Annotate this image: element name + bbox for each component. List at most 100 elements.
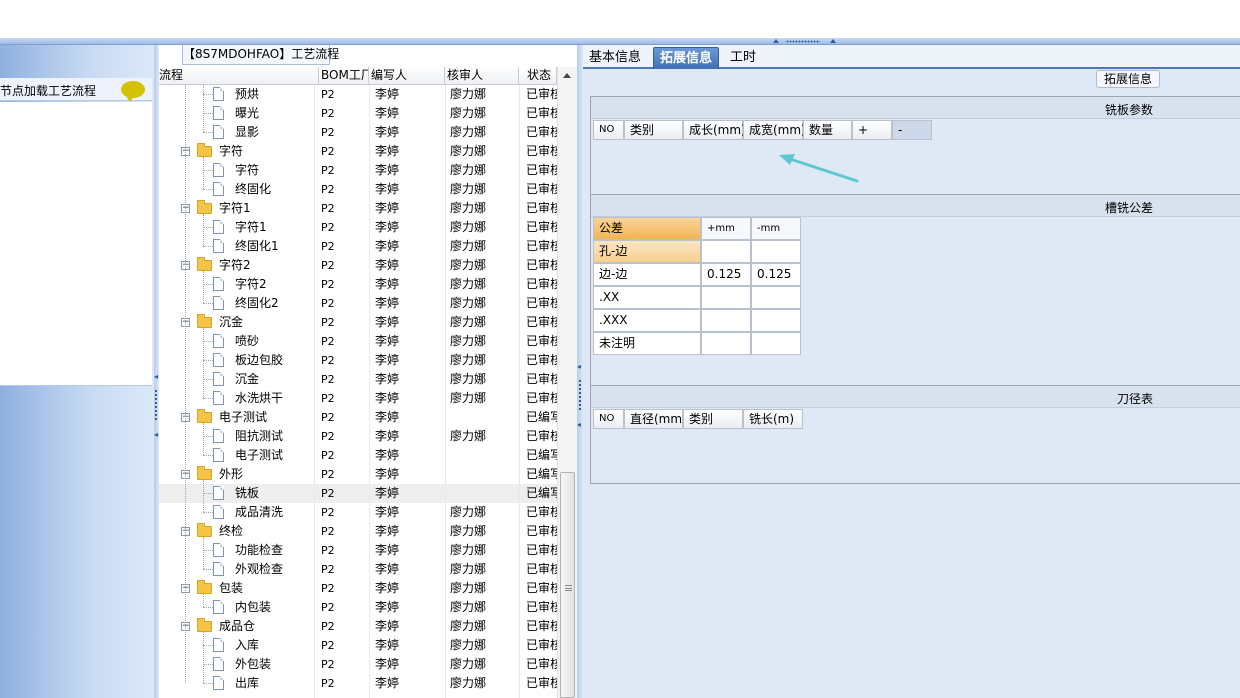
- tree-row[interactable]: 沉金 P2 李婷 廖力娜 已审核: [159, 370, 557, 389]
- tree-row[interactable]: − 电子测试 P2 李婷 已编写: [159, 408, 557, 427]
- tree-row[interactable]: − 终检 P2 李婷 廖力娜 已审核: [159, 522, 557, 541]
- tree-row[interactable]: − 成品仓 P2 李婷 廖力娜 已审核: [159, 617, 557, 636]
- tolerance-minus-field[interactable]: [751, 240, 801, 263]
- column-header-bom[interactable]: BOM工厂: [319, 67, 369, 85]
- mill-col-no[interactable]: NO: [593, 120, 624, 140]
- tree-row[interactable]: − 包装 P2 李婷 廖力娜 已审核: [159, 579, 557, 598]
- tree-row[interactable]: 功能检查 P2 李婷 廖力娜 已审核: [159, 541, 557, 560]
- tree-connector: [203, 455, 213, 456]
- tolerance-minus-field[interactable]: [751, 332, 801, 355]
- tree-row[interactable]: 字符 P2 李婷 廖力娜 已审核: [159, 161, 557, 180]
- column-header-reviewer[interactable]: 核审人: [445, 67, 519, 85]
- tree-row[interactable]: 外包装 P2 李婷 廖力娜 已审核: [159, 655, 557, 674]
- tree-row[interactable]: 板边包胶 P2 李婷 廖力娜 已审核: [159, 351, 557, 370]
- splitter-grip-icon[interactable]: [579, 380, 581, 410]
- tool-col-diameter[interactable]: 直径(mm): [624, 409, 687, 429]
- tree-vertical-scrollbar[interactable]: [557, 67, 577, 698]
- tree-row[interactable]: 内包装 P2 李婷 廖力娜 已审核: [159, 598, 557, 617]
- row-status: 已审核: [526, 676, 557, 690]
- horizontal-splitter[interactable]: [0, 38, 1240, 45]
- collapse-right-icon[interactable]: ◂: [577, 363, 582, 371]
- collapse-right-icon[interactable]: ◂: [577, 421, 582, 429]
- tree-row[interactable]: 喷砂 P2 李婷 廖力娜 已审核: [159, 332, 557, 351]
- row-reviewer: 廖力娜: [450, 391, 487, 405]
- tree-row[interactable]: − 字符 P2 李婷 廖力娜 已审核: [159, 142, 557, 161]
- row-status: 已审核: [526, 657, 557, 671]
- tree-row[interactable]: 显影 P2 李婷 廖力娜 已审核: [159, 123, 557, 142]
- tolerance-minus-field[interactable]: [751, 286, 801, 309]
- scrollbar-thumb[interactable]: [560, 472, 575, 698]
- tree-row[interactable]: 铣板 P2 李婷 已编写: [159, 484, 557, 503]
- column-header-process[interactable]: 流程: [159, 67, 319, 85]
- tree-row[interactable]: 字符2 P2 李婷 廖力娜 已审核: [159, 275, 557, 294]
- tree-node-label: 阻抗测试: [235, 429, 284, 443]
- splitter-grip-icon[interactable]: [155, 390, 157, 420]
- tolerance-plus-field[interactable]: [701, 240, 751, 263]
- row-author: 李婷: [375, 315, 400, 329]
- tolerance-plus-field[interactable]: [701, 309, 751, 332]
- mill-remove-button[interactable]: -: [892, 120, 932, 140]
- mill-col-quantity[interactable]: 数量: [803, 120, 852, 140]
- splitter-grip-icon[interactable]: [786, 40, 820, 43]
- tool-col-category[interactable]: 类别: [683, 409, 743, 429]
- tool-col-mill-length[interactable]: 铣长(m): [743, 409, 803, 429]
- tolerance-plus-field[interactable]: [701, 332, 751, 355]
- tab-labor-hours[interactable]: 工时: [724, 47, 762, 69]
- tree-row[interactable]: 出库 P2 李婷 廖力娜 已审核: [159, 674, 557, 693]
- tree-row[interactable]: 外观检查 P2 李婷 廖力娜 已审核: [159, 560, 557, 579]
- tree-row[interactable]: − 外形 P2 李婷 已编写: [159, 465, 557, 484]
- tree-row[interactable]: − 字符2 P2 李婷 廖力娜 已审核: [159, 256, 557, 275]
- tree-row[interactable]: − 沉金 P2 李婷 廖力娜 已审核: [159, 313, 557, 332]
- mill-col-length[interactable]: 成长(mm): [683, 120, 746, 140]
- scroll-up-arrow-icon[interactable]: [563, 73, 571, 78]
- tolerance-plus-field[interactable]: 0.125: [701, 263, 751, 286]
- tool-col-no[interactable]: NO: [593, 409, 624, 429]
- speech-bubble-icon[interactable]: [121, 81, 145, 102]
- row-reviewer: [450, 446, 517, 465]
- tolerance-plus-field[interactable]: [701, 286, 751, 309]
- tree-row[interactable]: 水洗烘干 P2 李婷 廖力娜 已审核: [159, 389, 557, 408]
- tree-row[interactable]: 预烘 P2 李婷 廖力娜 已审核: [159, 85, 557, 104]
- tree-row[interactable]: 入库 P2 李婷 廖力娜 已审核: [159, 636, 557, 655]
- tree-row[interactable]: 字符1 P2 李婷 廖力娜 已审核: [159, 218, 557, 237]
- document-icon: [213, 182, 224, 196]
- tree-row[interactable]: 终固化 P2 李婷 廖力娜 已审核: [159, 180, 557, 199]
- column-header-author[interactable]: 编写人: [369, 67, 445, 85]
- tree-row[interactable]: 成品清洗 P2 李婷 廖力娜 已审核: [159, 503, 557, 522]
- tolerance-minus-field[interactable]: 0.125: [751, 263, 801, 286]
- mill-col-width[interactable]: 成宽(mm): [743, 120, 806, 140]
- folder-icon: [197, 618, 212, 632]
- tree-node-label: 字符: [235, 163, 260, 177]
- tree-row[interactable]: 曝光 P2 李婷 廖力娜 已审核: [159, 104, 557, 123]
- row-reviewer: 廖力娜: [450, 429, 487, 443]
- document-icon: [213, 220, 224, 234]
- tolerance-minus-field[interactable]: [751, 309, 801, 332]
- tab-basic-info[interactable]: 基本信息: [583, 47, 647, 69]
- tree-row[interactable]: − 字符1 P2 李婷 廖力娜 已审核: [159, 199, 557, 218]
- row-reviewer: 廖力娜: [450, 524, 487, 538]
- collapse-arrow-icon[interactable]: [830, 39, 836, 43]
- folder-icon: [197, 409, 212, 423]
- tree-row[interactable]: 终固化1 P2 李婷 廖力娜 已审核: [159, 237, 557, 256]
- tree-row[interactable]: 阻抗测试 P2 李婷 廖力娜 已审核: [159, 427, 557, 446]
- row-author: 李婷: [375, 163, 400, 177]
- mill-col-category[interactable]: 类别: [624, 120, 683, 140]
- tree-node-label: 板边包胶: [235, 353, 284, 367]
- row-bom: P2: [321, 449, 335, 462]
- tree-row[interactable]: 终固化2 P2 李婷 廖力娜 已审核: [159, 294, 557, 313]
- tolerance-header-label: 公差: [593, 217, 701, 240]
- document-icon: [213, 543, 224, 557]
- tab-extended-info[interactable]: 拓展信息: [653, 47, 720, 69]
- row-bom: P2: [321, 126, 335, 139]
- row-bom: P2: [321, 164, 335, 177]
- collapse-arrow-icon[interactable]: [773, 39, 779, 43]
- tree-connector: [185, 85, 186, 683]
- scroll-grip-icon: [565, 585, 572, 591]
- tree-row[interactable]: 电子测试 P2 李婷 已编写: [159, 446, 557, 465]
- mill-add-button[interactable]: +: [852, 120, 892, 140]
- column-header-status[interactable]: 状态: [519, 67, 557, 85]
- tolerance-title: 槽铣公差: [1104, 201, 1153, 215]
- row-reviewer: 廖力娜: [450, 258, 487, 272]
- row-bom: P2: [321, 582, 335, 595]
- row-bom: P2: [321, 506, 335, 519]
